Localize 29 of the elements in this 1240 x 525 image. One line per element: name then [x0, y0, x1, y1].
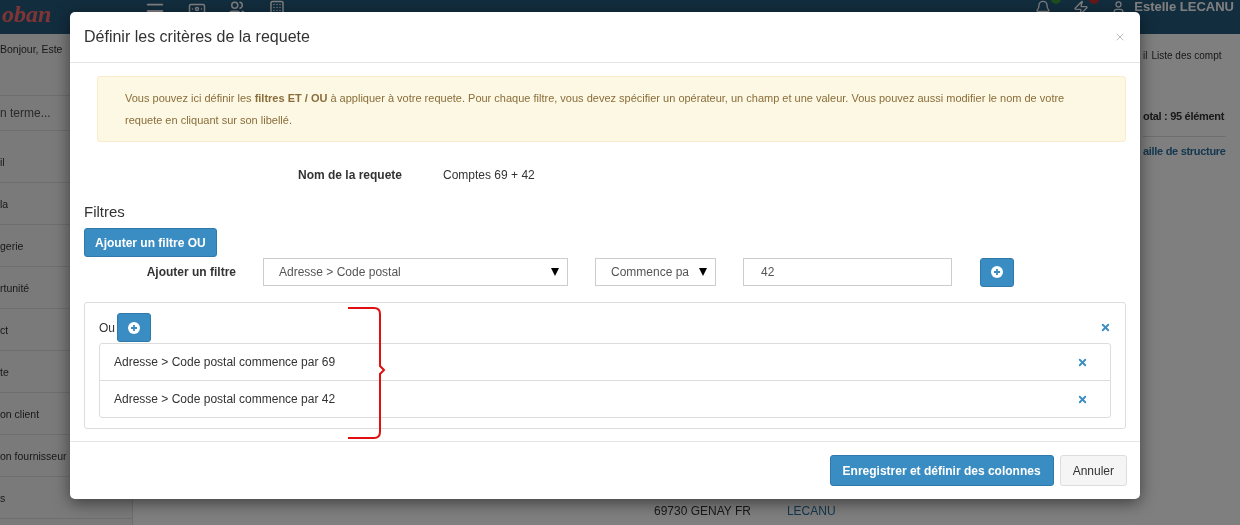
field-label: Nom de la requete — [296, 168, 402, 182]
remove-condition-button[interactable] — [1077, 393, 1088, 405]
column-header[interactable]: aille de structure — [1143, 136, 1226, 165]
save-button[interactable]: Enregistrer et définir des colonnes — [829, 455, 1054, 486]
section-title: Filtres — [84, 203, 125, 220]
cancel-button[interactable]: Annuler — [1059, 455, 1127, 486]
group-label: Ou — [99, 320, 115, 335]
field-select[interactable]: Adresse > Code postal — [263, 258, 568, 286]
plus-circle-icon — [128, 321, 140, 334]
greeting: Bonjour, Este — [0, 43, 63, 57]
field-label: Ajouter un filtre — [145, 265, 236, 279]
info-alert: Vous pouvez ici définir les filtres ET / OU à appliquer à votre requete. Pour chaque filtre, vous devez spécifier un opérateur, un champ et une valeur. Vous pouvez aussi modifier le nom de votre requete en cliquant sur son libellé. — [97, 76, 1126, 142]
add-condition-button[interactable] — [117, 313, 151, 342]
table-cell: LECANU — [786, 504, 836, 518]
logo: oban — [1, 0, 53, 28]
value-field[interactable]: 42 — [743, 258, 952, 286]
total-count: otal : 95 élément — [1143, 109, 1225, 124]
remove-group-button[interactable] — [1100, 322, 1111, 333]
add-filter-button[interactable] — [980, 257, 1014, 287]
breadcrumb-item[interactable]: il — [1143, 49, 1148, 61]
plus-circle-icon — [991, 266, 1003, 278]
remove-condition-button[interactable] — [1077, 356, 1088, 368]
add-or-filter-button[interactable]: Ajouter un filtre OU — [84, 228, 217, 257]
dialog-title: Définir les critères de la requete — [84, 28, 310, 46]
table-cell: 69730 GENAY FR — [654, 504, 751, 518]
user-name[interactable]: Estelle LECANU — [1134, 0, 1234, 14]
breadcrumb-item[interactable]: Liste des compt — [1151, 49, 1222, 61]
operator-select[interactable]: Commence pa — [595, 258, 716, 286]
query-name[interactable]: Comptes 69 + 42 — [443, 168, 535, 182]
